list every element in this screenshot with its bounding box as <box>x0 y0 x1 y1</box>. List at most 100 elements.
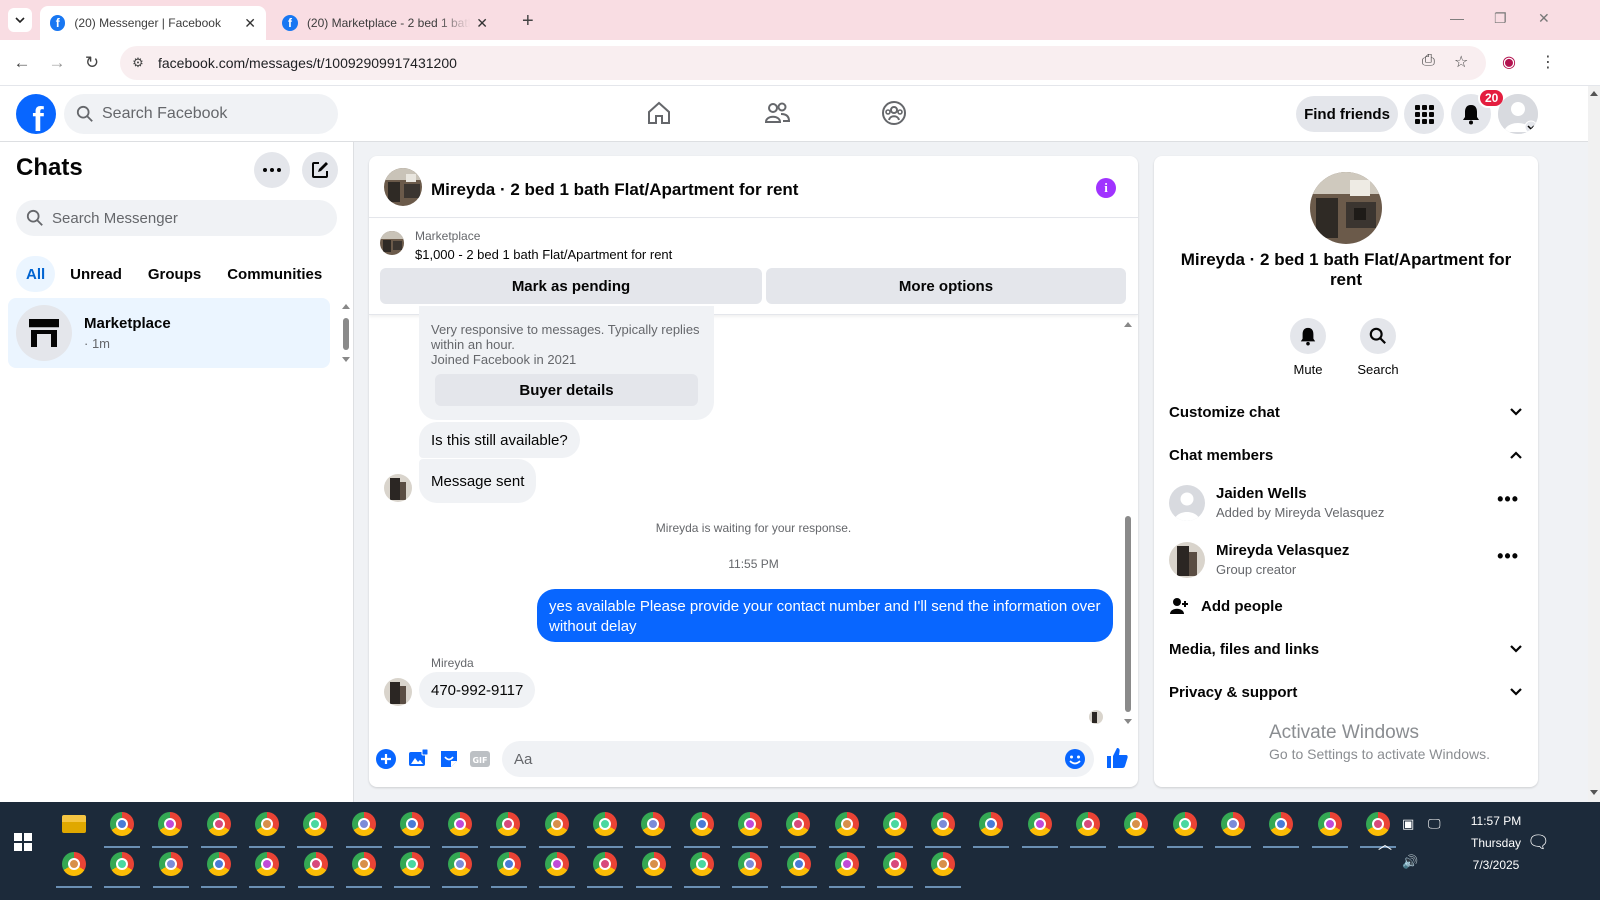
chrome-profile-icon[interactable] <box>544 812 569 836</box>
find-friends-button[interactable]: Find friends <box>1296 96 1398 132</box>
privacy-support-section[interactable]: Privacy & support <box>1169 680 1523 704</box>
restore-icon[interactable]: ❐ <box>1494 10 1507 27</box>
filter-groups[interactable]: Groups <box>137 256 212 292</box>
member-options-icon[interactable]: ••• <box>1497 489 1519 510</box>
network-icon[interactable]: 🖵 <box>1428 816 1441 832</box>
add-people-button[interactable]: Add people <box>1169 594 1523 618</box>
thumbs-up-icon[interactable] <box>1105 746 1129 770</box>
message-input[interactable]: Aa <box>502 741 1094 777</box>
photo-icon[interactable] <box>407 748 429 770</box>
messenger-search-input[interactable]: Search Messenger <box>16 200 337 236</box>
tab-marketplace[interactable]: f (20) Marketplace - 2 bed 1 bath ✕ <box>272 6 498 40</box>
chrome-profile-icon[interactable] <box>834 852 859 876</box>
chrome-profile-icon[interactable] <box>834 812 859 836</box>
clock-day[interactable]: Thursday <box>1456 836 1536 850</box>
facebook-logo-icon[interactable]: f <box>16 94 56 134</box>
bookmark-star-icon[interactable]: ☆ <box>1454 52 1468 72</box>
outgoing-message-bubble[interactable]: yes available Please provide your contac… <box>537 589 1113 642</box>
member-row[interactable]: Mireyda Velasquez Group creator ••• <box>1169 540 1523 580</box>
profile-icon[interactable]: ◉ <box>1502 52 1516 72</box>
install-app-icon[interactable]: ⎙ <box>1422 52 1435 70</box>
listing-thumbnail[interactable] <box>380 231 404 255</box>
sender-avatar[interactable] <box>384 474 412 502</box>
chrome-profile-icon[interactable] <box>689 812 714 836</box>
chrome-profile-icon[interactable] <box>496 812 521 836</box>
chrome-profile-icon[interactable] <box>931 852 956 876</box>
reload-icon[interactable]: ↻ <box>80 51 104 75</box>
chat-members-section[interactable]: Chat members <box>1169 443 1523 467</box>
chrome-profile-icon[interactable] <box>448 812 473 836</box>
chrome-profile-icon[interactable] <box>1220 812 1245 836</box>
clock-time[interactable]: 11:57 PM <box>1456 814 1536 828</box>
chrome-profile-icon[interactable] <box>882 812 907 836</box>
sticker-icon[interactable] <box>438 748 460 770</box>
filter-communities[interactable]: Communities <box>216 256 333 292</box>
chrome-profile-icon[interactable] <box>351 812 376 836</box>
add-circle-icon[interactable] <box>375 748 397 770</box>
media-files-section[interactable]: Media, files and links <box>1169 637 1523 661</box>
windows-start-icon[interactable] <box>14 833 32 851</box>
chrome-profile-icon[interactable] <box>62 852 86 876</box>
chrome-profile-icon[interactable] <box>545 852 569 876</box>
tab-messenger[interactable]: f (20) Messenger | Facebook ✕ <box>40 6 266 40</box>
filter-unread[interactable]: Unread <box>59 256 133 292</box>
more-options-button[interactable]: More options <box>766 268 1126 304</box>
home-icon[interactable] <box>644 98 674 128</box>
minimize-icon[interactable]: — <box>1450 10 1464 26</box>
chrome-profile-icon[interactable] <box>254 812 279 836</box>
chrome-profile-icon[interactable] <box>689 852 714 876</box>
chrome-profile-icon[interactable] <box>1317 812 1342 836</box>
tab-search-menu[interactable] <box>8 8 32 32</box>
chrome-profile-icon[interactable] <box>110 852 135 876</box>
member-row[interactable]: Jaiden Wells Added by Mireyda Velasquez … <box>1169 483 1523 523</box>
chrome-profile-icon[interactable] <box>448 852 473 876</box>
chrome-profile-icon[interactable] <box>593 852 618 876</box>
browser-menu-icon[interactable]: ⋮ <box>1540 52 1556 72</box>
groups-icon[interactable] <box>879 98 909 128</box>
address-bar[interactable]: ⚙ facebook.com/messages/t/10092909917431… <box>120 46 1486 80</box>
chrome-profile-icon[interactable] <box>206 852 231 876</box>
chrome-profile-icon[interactable] <box>1365 812 1390 836</box>
menu-grid-icon[interactable] <box>1404 94 1444 134</box>
customize-chat-section[interactable]: Customize chat <box>1169 400 1523 424</box>
chat-list-item[interactable]: Marketplace · 1m <box>8 298 330 368</box>
chrome-profile-icon[interactable] <box>1172 812 1197 836</box>
chrome-profile-icon[interactable] <box>738 852 763 876</box>
mute-button[interactable]: Mute <box>1273 318 1343 377</box>
message-bubble-available[interactable]: Is this still available? <box>419 422 580 458</box>
clock-date[interactable]: 7/3/2025 <box>1456 858 1536 872</box>
gif-icon[interactable]: GIF <box>469 748 491 770</box>
conversation-info-icon[interactable]: i <box>1096 178 1116 198</box>
chrome-profile-icon[interactable] <box>593 812 617 836</box>
chrome-profile-icon[interactable] <box>1124 812 1149 836</box>
chat-list-scrollbar[interactable] <box>341 302 350 364</box>
emoji-icon[interactable] <box>1064 748 1086 770</box>
thread-scrollbar[interactable] <box>1122 319 1134 729</box>
new-message-button[interactable] <box>302 152 338 188</box>
chrome-profile-icon[interactable] <box>158 852 183 876</box>
volume-icon[interactable]: 🔊 <box>1402 854 1418 870</box>
account-avatar[interactable] <box>1498 94 1538 134</box>
close-window-icon[interactable]: ✕ <box>1538 10 1550 27</box>
close-tab-icon[interactable]: ✕ <box>476 15 488 32</box>
buyer-details-button[interactable]: Buyer details <box>435 374 698 406</box>
chrome-profile-icon[interactable] <box>399 812 424 836</box>
chrome-profile-icon[interactable] <box>158 812 183 836</box>
friends-icon[interactable] <box>762 98 792 128</box>
filter-all[interactable]: All <box>16 256 56 292</box>
file-explorer-icon[interactable] <box>62 815 86 833</box>
sender-avatar[interactable] <box>384 678 412 706</box>
mark-as-pending-button[interactable]: Mark as pending <box>380 268 762 304</box>
tray-expand-icon[interactable]: ︿ <box>1378 834 1392 854</box>
chrome-profile-icon[interactable] <box>303 852 328 876</box>
conversation-title[interactable]: Mireyda · 2 bed 1 bath Flat/Apartment fo… <box>431 180 798 200</box>
facebook-search-input[interactable]: Search Facebook <box>64 94 338 134</box>
message-bubble-sent[interactable]: Message sent <box>419 459 537 503</box>
chrome-profile-icon[interactable] <box>303 812 328 836</box>
chrome-profile-icon[interactable] <box>737 812 762 836</box>
chrome-profile-icon[interactable] <box>255 852 280 876</box>
forward-icon[interactable]: → <box>45 51 69 75</box>
chrome-profile-icon[interactable] <box>641 852 666 876</box>
chrome-profile-icon[interactable] <box>206 812 231 836</box>
search-in-chat-button[interactable]: Search <box>1343 318 1413 377</box>
